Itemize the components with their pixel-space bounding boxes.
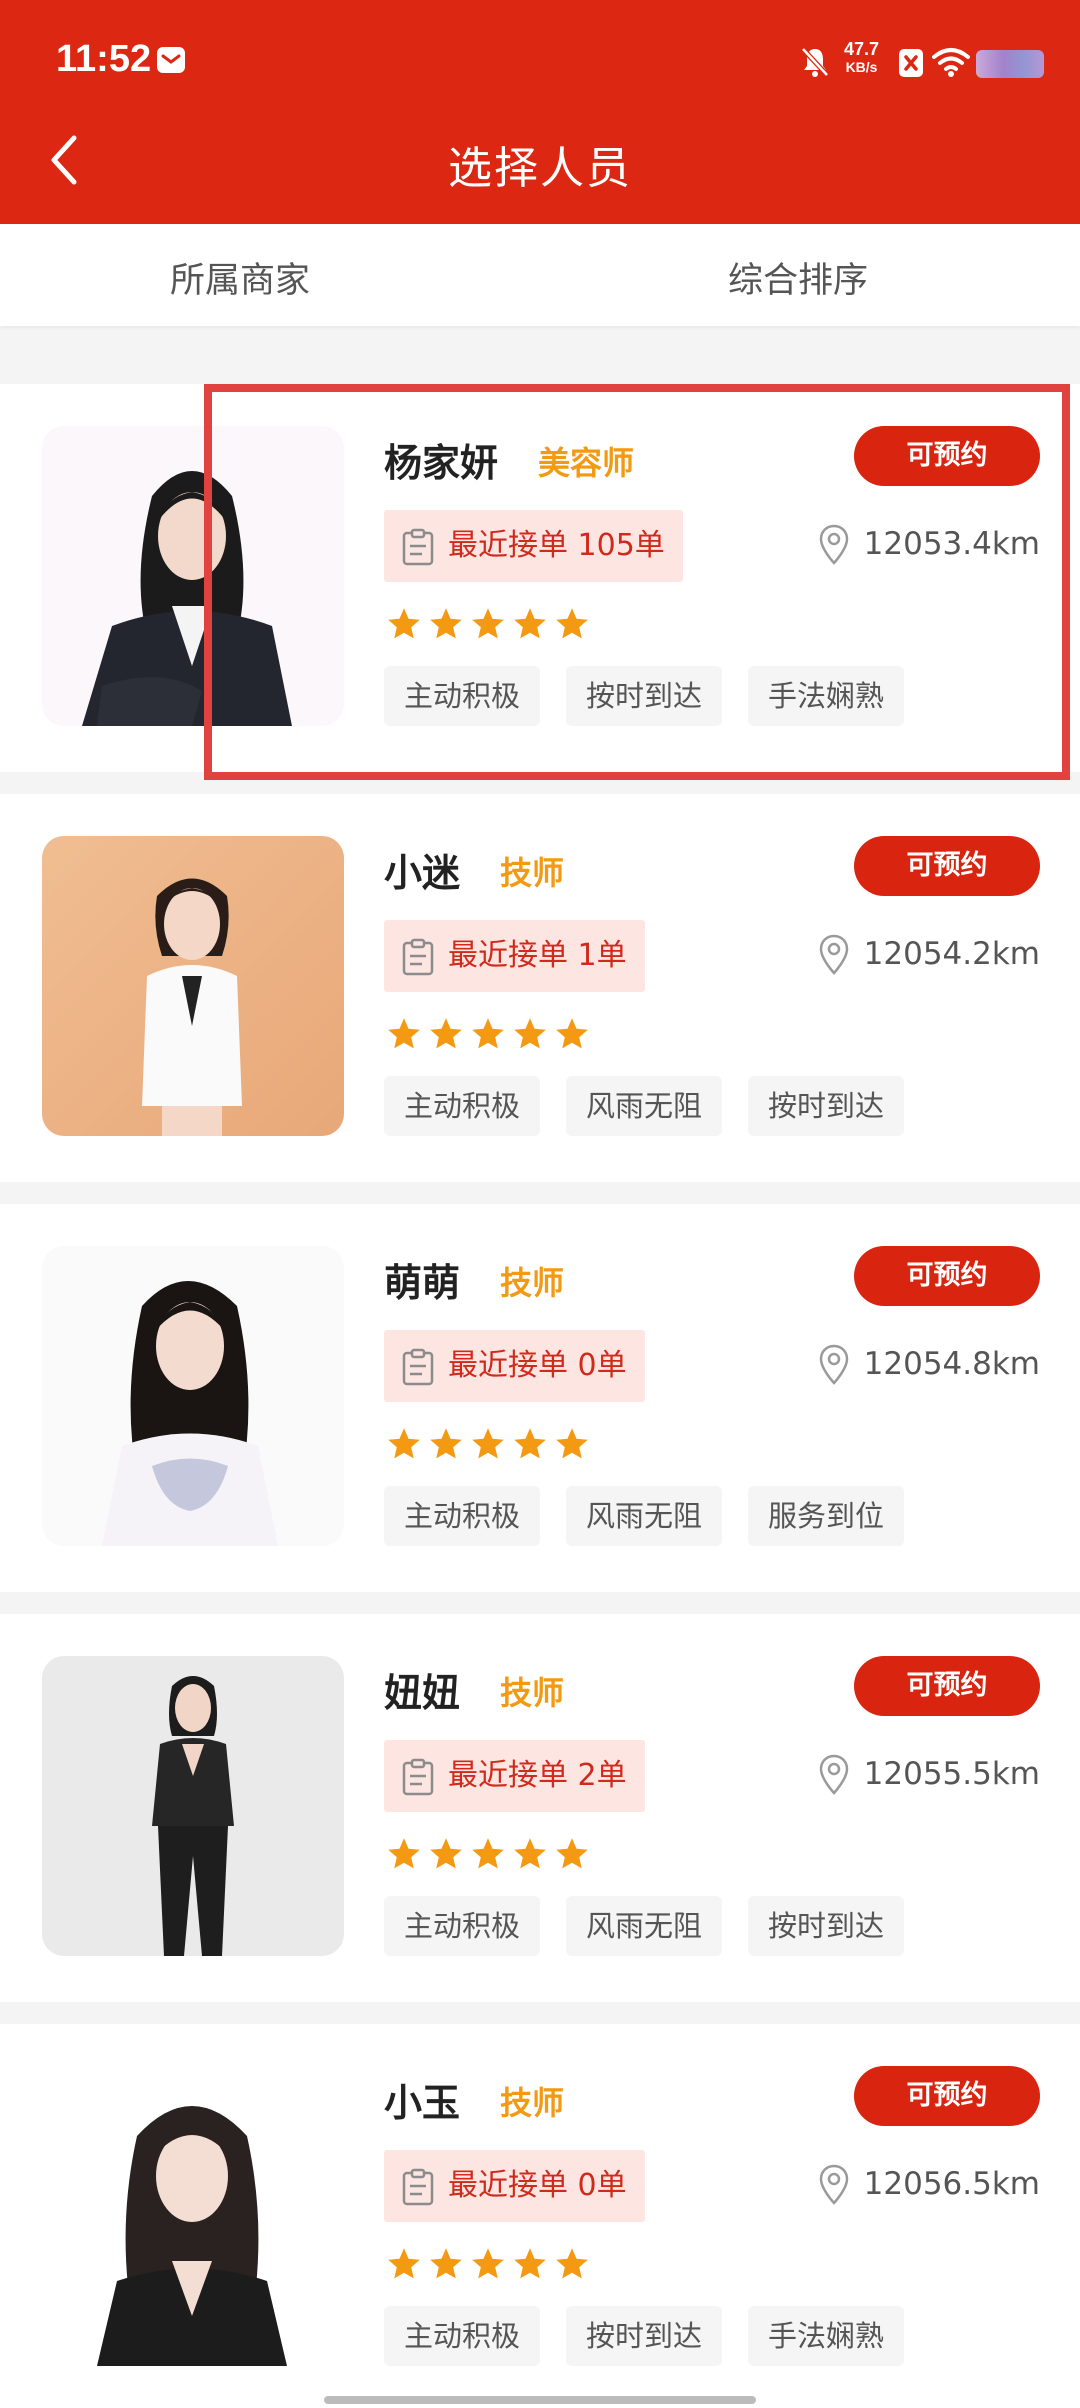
staff-card[interactable]: 小玉 技师 可预约 最近接单 0单 12056.5km 主动积极 按时到达 手法… <box>0 2024 1080 2408</box>
status-time: 11:52 <box>56 38 152 80</box>
battery-icon <box>976 50 1044 78</box>
distance-label: 12053.4km <box>819 524 1040 565</box>
staff-tag: 手法娴熟 <box>748 666 905 726</box>
staff-avatar <box>42 836 344 1136</box>
book-button[interactable]: 可预约 <box>854 426 1040 486</box>
staff-tag: 风雨无阻 <box>566 1486 723 1546</box>
staff-tag: 主动积极 <box>384 2306 541 2366</box>
location-pin-icon <box>819 1344 848 1385</box>
staff-role: 技师 <box>500 1264 565 1302</box>
star-icon <box>472 1428 504 1459</box>
clipboard-icon <box>402 528 434 566</box>
staff-tag: 风雨无阻 <box>566 1896 723 1956</box>
staff-tag: 按时到达 <box>566 2306 723 2366</box>
sim-off-icon <box>899 49 923 77</box>
star-icon <box>556 2248 588 2279</box>
clipboard-icon <box>402 1348 434 1386</box>
staff-name: 小玉 <box>384 2081 461 2125</box>
star-icon <box>514 2248 546 2279</box>
star-icon <box>388 2248 420 2279</box>
distance-label: 12055.5km <box>819 1754 1040 1795</box>
star-icon <box>430 608 462 639</box>
star-icon <box>472 1838 504 1869</box>
star-icon <box>388 1428 420 1459</box>
recent-orders-badge: 最近接单 0单 <box>384 2150 645 2222</box>
star-icon <box>556 1428 588 1459</box>
wifi-icon <box>932 48 970 77</box>
star-icon <box>430 1838 462 1869</box>
star-icon <box>388 1018 420 1049</box>
recent-orders-badge: 最近接单 2单 <box>384 1740 645 1812</box>
home-indicator[interactable] <box>324 2396 756 2404</box>
staff-tag: 风雨无阻 <box>566 1076 723 1136</box>
staff-name: 杨家妍 <box>384 441 499 485</box>
filter-merchant[interactable]: 所属商家 <box>0 252 510 303</box>
star-icon <box>514 1018 546 1049</box>
staff-tag: 按时到达 <box>566 666 723 726</box>
star-icon <box>514 608 546 639</box>
star-icon <box>514 1838 546 1869</box>
distance-label: 12054.2km <box>819 934 1040 975</box>
book-button[interactable]: 可预约 <box>854 1246 1040 1306</box>
recent-orders-badge: 最近接单 105单 <box>384 510 683 582</box>
star-icon <box>388 608 420 639</box>
star-icon <box>556 608 588 639</box>
star-icon <box>388 1838 420 1869</box>
page-title: 选择人员 <box>448 143 632 194</box>
staff-card[interactable]: 杨家妍 美容师 可预约 最近接单 105单 12053.4km 主动积极 按时到… <box>0 384 1080 772</box>
filter-bar: 所属商家 综合排序 <box>0 224 1080 326</box>
staff-avatar <box>42 1246 344 1546</box>
location-pin-icon <box>819 2164 848 2205</box>
book-button[interactable]: 可预约 <box>854 1656 1040 1716</box>
book-button[interactable]: 可预约 <box>854 836 1040 896</box>
staff-tag: 按时到达 <box>748 1076 905 1136</box>
staff-tag: 主动积极 <box>384 1486 541 1546</box>
staff-card[interactable]: 萌萌 技师 可预约 最近接单 0单 12054.8km 主动积极 风雨无阻 服务… <box>0 1204 1080 1592</box>
status-icons: 47.7 KB/s <box>800 40 1080 84</box>
book-button[interactable]: 可预约 <box>854 2066 1040 2126</box>
staff-tag: 手法娴熟 <box>748 2306 905 2366</box>
staff-avatar <box>42 426 344 726</box>
staff-role: 技师 <box>500 2084 565 2122</box>
distance-label: 12056.5km <box>819 2164 1040 2205</box>
staff-tag: 主动积极 <box>384 1076 541 1136</box>
app-header: 11:52 47.7 KB/s 选择人员 <box>0 0 1080 224</box>
mute-bell-icon <box>801 47 829 77</box>
clipboard-icon <box>402 1758 434 1796</box>
location-pin-icon <box>819 1754 848 1795</box>
staff-tag: 按时到达 <box>748 1896 905 1956</box>
star-icon <box>556 1018 588 1049</box>
recent-orders-badge: 最近接单 0单 <box>384 1330 645 1402</box>
staff-tag: 主动积极 <box>384 1896 541 1956</box>
location-pin-icon <box>819 524 848 565</box>
star-icon <box>472 608 504 639</box>
recent-orders-badge: 最近接单 1单 <box>384 920 645 992</box>
staff-role: 美容师 <box>538 444 635 482</box>
message-icon <box>157 47 185 73</box>
location-pin-icon <box>819 934 848 975</box>
staff-name: 妞妞 <box>384 1671 461 1715</box>
clipboard-icon <box>402 2168 434 2206</box>
star-icon <box>556 1838 588 1869</box>
staff-tag: 主动积极 <box>384 666 541 726</box>
staff-card[interactable]: 小迷 技师 可预约 最近接单 1单 12054.2km 主动积极 风雨无阻 按时… <box>0 794 1080 1182</box>
staff-name: 萌萌 <box>384 1261 461 1305</box>
star-icon <box>430 1018 462 1049</box>
staff-tag: 服务到位 <box>748 1486 905 1546</box>
staff-avatar <box>42 1656 344 1956</box>
staff-card[interactable]: 妞妞 技师 可预约 最近接单 2单 12055.5km 主动积极 风雨无阻 按时… <box>0 1614 1080 2002</box>
distance-label: 12054.8km <box>819 1344 1040 1385</box>
clipboard-icon <box>402 938 434 976</box>
staff-avatar <box>42 2066 344 2366</box>
star-icon <box>430 2248 462 2279</box>
staff-role: 技师 <box>500 1674 565 1712</box>
star-icon <box>430 1428 462 1459</box>
staff-name: 小迷 <box>384 851 461 895</box>
star-icon <box>472 2248 504 2279</box>
star-icon <box>514 1428 546 1459</box>
network-speed: 47.7 KB/s <box>844 39 880 75</box>
staff-role: 技师 <box>500 854 565 892</box>
star-icon <box>472 1018 504 1049</box>
filter-sort[interactable]: 综合排序 <box>528 252 1068 303</box>
